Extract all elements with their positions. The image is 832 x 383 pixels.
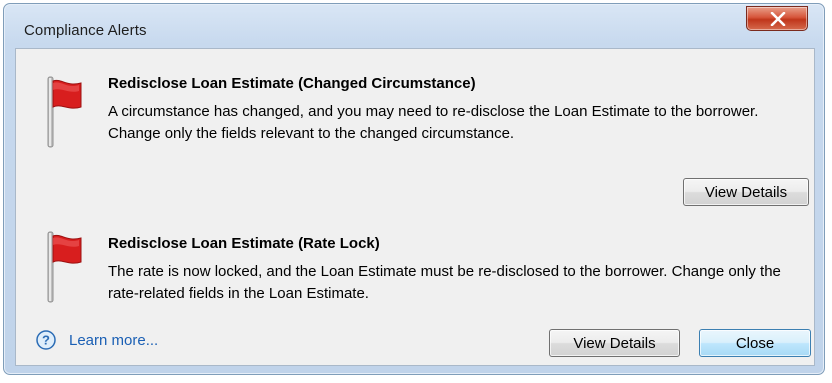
close-icon: [770, 12, 786, 26]
close-button[interactable]: Close: [699, 329, 811, 357]
question-circle-icon: ?: [36, 330, 56, 350]
learn-more-link[interactable]: Learn more...: [69, 332, 158, 349]
svg-text:?: ?: [42, 333, 50, 348]
alert-description: The rate is now locked, and the Loan Est…: [108, 263, 781, 302]
alert-title: Redisclose Loan Estimate (Changed Circum…: [108, 75, 476, 92]
alert-description: A circumstance has changed, and you may …: [108, 103, 759, 142]
compliance-alerts-dialog: Compliance Alerts Redisclose Loan Estima…: [3, 3, 825, 375]
red-flag-icon: [47, 231, 82, 303]
alerts-panel: Redisclose Loan Estimate (Changed Circum…: [15, 48, 815, 366]
alert-title: Redisclose Loan Estimate (Rate Lock): [108, 235, 380, 252]
red-flag-icon: [47, 76, 82, 148]
view-details-button[interactable]: View Details: [683, 178, 809, 206]
window-title: Compliance Alerts: [24, 22, 147, 39]
view-details-button[interactable]: View Details: [549, 329, 680, 357]
window-close-button[interactable]: [746, 6, 808, 31]
